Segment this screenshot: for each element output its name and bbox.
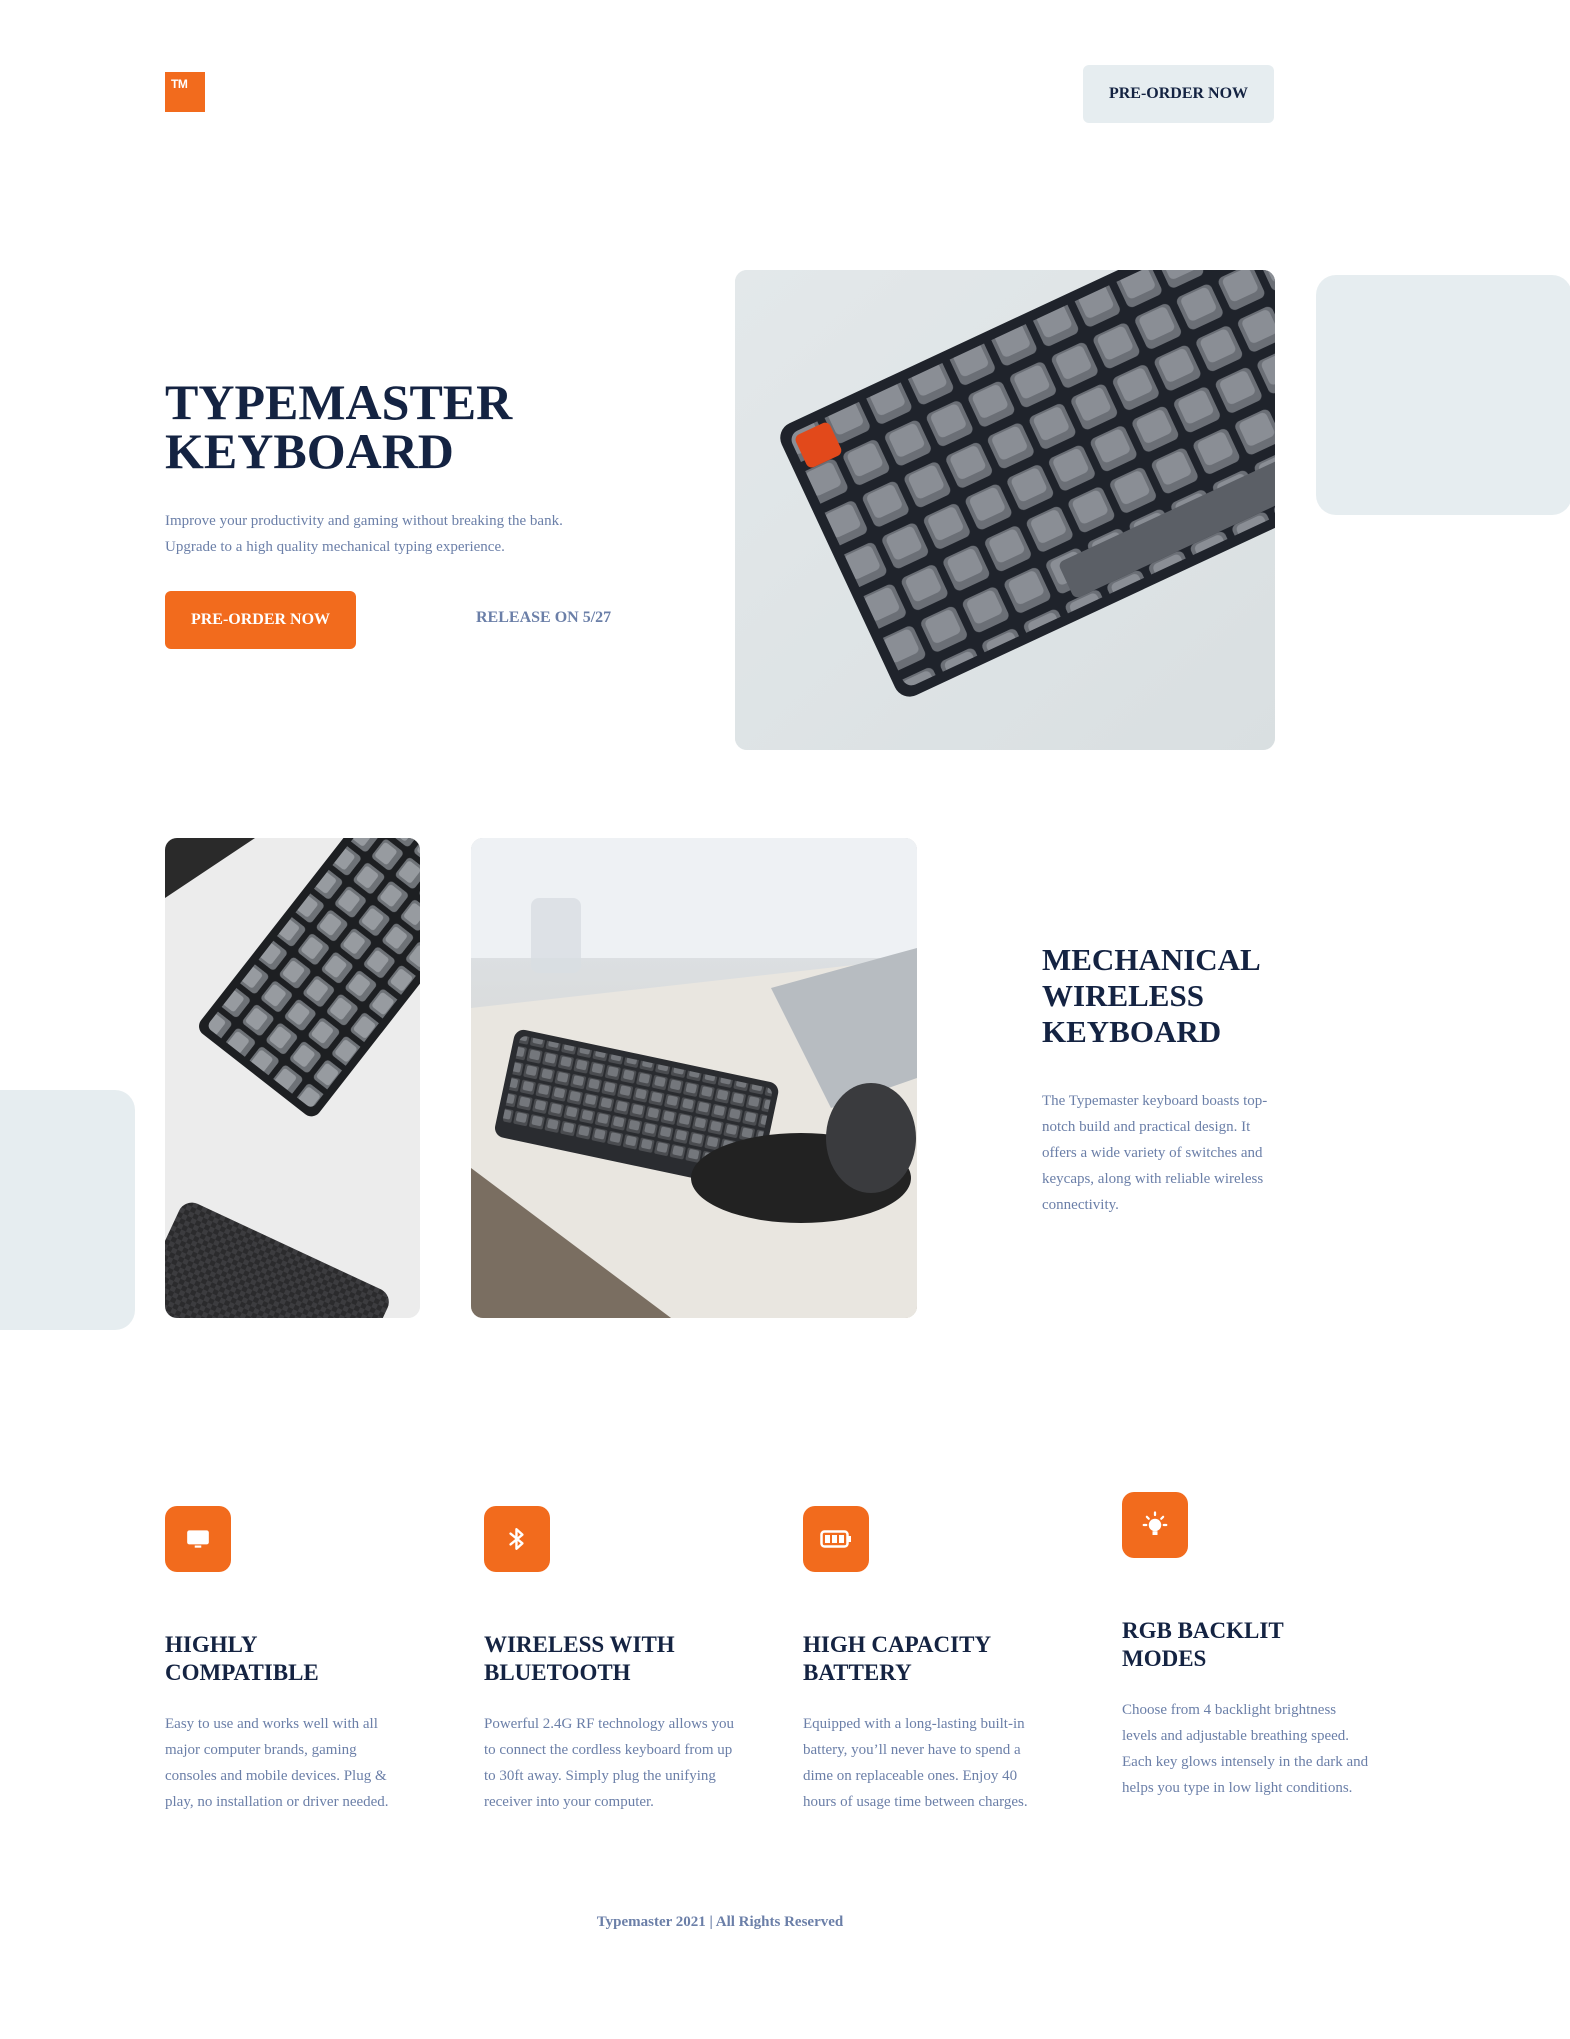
feature-description: Choose from 4 backlight brightness level… — [1122, 1702, 1369, 1796]
lightbulb-icon — [1122, 1492, 1188, 1558]
section-title: MECHANICAL WIRELESS KEYBOARD — [1042, 942, 1261, 1049]
hero-description: Improve your productivity and gaming wit… — [165, 513, 563, 555]
section-description: The Typemaster keyboard boasts top-notch… — [1042, 1093, 1268, 1213]
feature-title: HIGHLY COMPATIBLE — [165, 1632, 319, 1685]
logo[interactable]: TM — [165, 72, 205, 112]
monitor-icon — [165, 1506, 231, 1572]
battery-icon — [803, 1506, 869, 1572]
feature-bluetooth: WIRELESS WITH BLUETOOTH Powerful 2.4G RF… — [484, 1506, 734, 1815]
feature-battery: HIGH CAPACITY BATTERY Equipped with a lo… — [803, 1506, 1053, 1815]
desk-setup-image — [471, 838, 917, 1318]
hero-title: TYPEMASTER KEYBOARD — [165, 374, 513, 479]
feature-compatible: HIGHLY COMPATIBLE Easy to use and works … — [165, 1506, 405, 1815]
keyboard-phone-image — [165, 838, 420, 1318]
feature-description: Easy to use and works well with all majo… — [165, 1716, 389, 1810]
bluetooth-icon — [484, 1506, 550, 1572]
hero-preorder-button[interactable]: PRE-ORDER NOW — [165, 591, 356, 649]
footer-copyright: Typemaster 2021 | All Rights Reserved — [596, 1914, 844, 1930]
release-date-link[interactable]: RELEASE ON 5/27 — [476, 609, 611, 627]
feature-description: Powerful 2.4G RF technology allows you t… — [484, 1716, 734, 1810]
feature-title: WIRELESS WITH BLUETOOTH — [484, 1632, 675, 1685]
decorative-panel-right — [1316, 275, 1570, 515]
decorative-panel-left — [0, 1090, 135, 1330]
header-preorder-button[interactable]: PRE-ORDER NOW — [1083, 65, 1274, 123]
feature-title: HIGH CAPACITY BATTERY — [803, 1632, 992, 1685]
feature-title: RGB BACKLIT MODES — [1122, 1618, 1284, 1671]
hero-keyboard-image — [735, 270, 1275, 750]
feature-description: Equipped with a long-lasting built-in ba… — [803, 1716, 1028, 1810]
feature-rgb: RGB BACKLIT MODES Choose from 4 backligh… — [1122, 1492, 1372, 1801]
